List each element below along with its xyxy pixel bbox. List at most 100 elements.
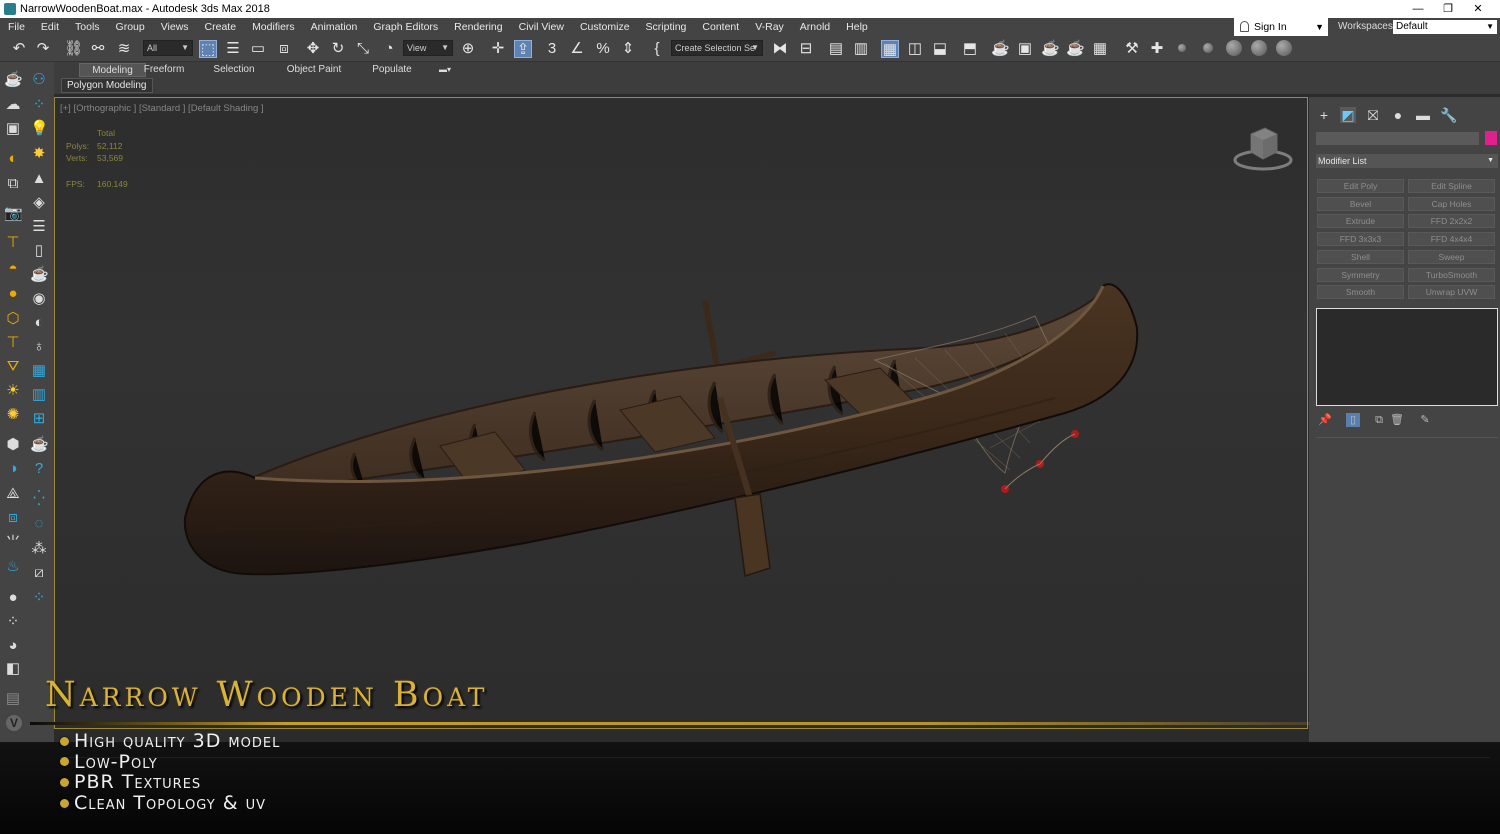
show-end-result-icon[interactable]: ▯ — [1346, 413, 1360, 427]
mirror-icon[interactable]: ⧓ — [771, 40, 789, 58]
tab-freeform[interactable]: Freeform — [139, 63, 189, 77]
align-icon[interactable]: ⊟ — [797, 40, 815, 58]
angle-snap-icon[interactable]: ∠ — [568, 40, 586, 58]
box-icon[interactable]: ▣ — [4, 120, 22, 138]
rotate-icon[interactable]: ↻ — [329, 40, 347, 58]
frame-buffer-icon[interactable]: ▦ — [30, 362, 48, 380]
polygon-modeling-tab[interactable]: Polygon Modeling — [61, 78, 153, 93]
edit-icon[interactable]: ⧄ — [30, 564, 48, 582]
mesh-light-icon[interactable]: ⬡ — [4, 310, 22, 328]
spinner-snap-icon[interactable]: ⇕ — [619, 40, 637, 58]
vray-sphere-icon[interactable] — [1251, 40, 1267, 56]
render-tiles-icon[interactable]: ▦ — [1091, 40, 1109, 58]
tiles-icon[interactable]: ⧈ — [4, 509, 22, 527]
nodes-icon[interactable]: ⁂ — [30, 540, 48, 558]
modifier-button[interactable]: Edit Spline — [1408, 179, 1495, 193]
teapot-icon[interactable]: ☕ — [4, 71, 23, 89]
modify-tab-icon[interactable]: ◩ — [1340, 107, 1356, 123]
unlink-icon[interactable]: ⚯ — [89, 40, 107, 58]
modifier-button[interactable]: Sweep — [1408, 250, 1495, 264]
fire-icon[interactable]: ♨ — [4, 558, 22, 576]
select-object-icon[interactable]: ⬚ — [199, 40, 217, 58]
keyboard-shortcut-override-icon[interactable]: ⇪ — [514, 40, 532, 58]
sky-icon[interactable]: ✺ — [4, 406, 22, 424]
scatter-icon[interactable]: ⧉ — [4, 175, 22, 193]
material-icon[interactable]: ◉ — [30, 290, 48, 308]
menu-tools[interactable]: Tools — [67, 21, 108, 33]
remove-modifier-icon[interactable]: 🗑 — [1390, 413, 1404, 427]
render-iterative-icon[interactable]: ☕ — [1066, 40, 1085, 58]
panel-icon[interactable]: ▥ — [30, 386, 48, 404]
menu-arnold[interactable]: Arnold — [792, 21, 838, 33]
schematic-view-icon[interactable]: ⬓ — [931, 40, 949, 58]
tab-object-paint[interactable]: Object Paint — [282, 63, 346, 77]
named-selection-sets-dropdown[interactable]: Create Selection Se ▼ — [671, 40, 763, 56]
percent-snap-icon[interactable]: % — [594, 40, 612, 58]
utilities-tab-icon[interactable]: 🔧 — [1440, 107, 1457, 123]
list-icon[interactable]: ☰ — [30, 218, 48, 236]
layer-explorer-icon[interactable]: ▥ — [852, 40, 870, 58]
workspace-dropdown[interactable]: Default ▼ — [1393, 20, 1497, 34]
curve-editor-icon[interactable]: ◫ — [906, 40, 924, 58]
create-tab-icon[interactable]: + — [1316, 107, 1332, 123]
selection-filter-dropdown[interactable]: All ▼ — [143, 40, 193, 56]
menu-customize[interactable]: Customize — [572, 21, 638, 33]
hierarchy-tab-icon[interactable]: ⛝ — [1365, 107, 1381, 123]
proxy-icon[interactable]: ◐ — [30, 314, 48, 332]
file-icon[interactable]: ▯ — [30, 242, 48, 260]
menu-vray[interactable]: V-Ray — [747, 21, 792, 33]
modifier-button[interactable]: Smooth — [1317, 285, 1404, 299]
light-icon[interactable]: 💡 — [30, 120, 49, 138]
bind-space-warp-icon[interactable]: ≋ — [115, 40, 133, 58]
layers-icon[interactable]: ▤ — [4, 690, 22, 708]
dots-icon[interactable]: ⁛ — [30, 490, 48, 508]
placement-icon[interactable]: ◔ — [380, 40, 398, 58]
pivot-center-icon[interactable]: ⊕ — [459, 40, 477, 58]
modifier-button[interactable]: Extrude — [1317, 214, 1404, 228]
modifier-button[interactable]: Cap Holes — [1408, 197, 1495, 211]
sign-in-dropdown[interactable]: Sign In ▼ — [1234, 18, 1328, 36]
tab-selection[interactable]: Selection — [209, 63, 259, 77]
sphere-light-icon[interactable]: ● — [4, 285, 22, 303]
reference-coordinate-dropdown[interactable]: View ▼ — [403, 40, 453, 56]
select-manipulate-icon[interactable]: ✛ — [489, 40, 507, 58]
menu-edit[interactable]: Edit — [33, 21, 67, 33]
modifier-list-dropdown[interactable]: Modifier List ▼ — [1316, 154, 1498, 168]
pin-stack-icon[interactable]: 📌 — [1318, 413, 1332, 427]
vray-light-icon[interactable] — [1178, 44, 1186, 52]
object-name-field[interactable] — [1316, 132, 1479, 145]
modifier-button[interactable]: FFD 3x3x3 — [1317, 232, 1404, 246]
spheres-icon[interactable]: ⁘ — [4, 613, 22, 631]
modifier-stack[interactable] — [1316, 308, 1498, 406]
grass-icon[interactable]: ⺌ — [4, 534, 22, 552]
menu-help[interactable]: Help — [838, 21, 876, 33]
menu-graph-editors[interactable]: Graph Editors — [365, 21, 446, 33]
globe-icon[interactable]: ◑ — [4, 460, 22, 478]
minimize-button[interactable]: — — [1403, 0, 1433, 18]
link-icon[interactable]: ⛓ — [64, 40, 83, 58]
named-selection-icon[interactable]: { — [648, 40, 666, 58]
particles-icon[interactable]: ⁘ — [30, 96, 48, 114]
undo-icon[interactable]: ↶ — [10, 40, 28, 58]
vray-sphere-small-icon[interactable] — [1203, 43, 1213, 53]
menu-animation[interactable]: Animation — [303, 21, 366, 33]
vray-tool-icon[interactable]: ⚒ — [1123, 40, 1141, 58]
modifier-button[interactable]: Edit Poly — [1317, 179, 1404, 193]
menu-file[interactable]: File — [0, 21, 33, 33]
vray-sphere-icon[interactable] — [1226, 40, 1242, 56]
move-icon[interactable]: ✥ — [304, 40, 322, 58]
help-icon[interactable]: ? — [30, 460, 48, 478]
menu-rendering[interactable]: Rendering — [446, 21, 510, 33]
menu-create[interactable]: Create — [197, 21, 245, 33]
vray-add-icon[interactable]: ✚ — [1148, 40, 1166, 58]
menu-scripting[interactable]: Scripting — [638, 21, 695, 33]
modifier-button[interactable]: Bevel — [1317, 197, 1404, 211]
menu-content[interactable]: Content — [694, 21, 747, 33]
menu-civil-view[interactable]: Civil View — [511, 21, 572, 33]
rendered-frame-window-icon[interactable]: ▣ — [1016, 40, 1034, 58]
ies-light-icon[interactable]: ⊤ — [4, 334, 22, 352]
material-editor-icon[interactable]: ⬒ — [961, 40, 979, 58]
modifier-button[interactable]: Unwrap UVW — [1408, 285, 1495, 299]
modifier-button[interactable]: Shell — [1317, 250, 1404, 264]
menu-group[interactable]: Group — [108, 21, 153, 33]
